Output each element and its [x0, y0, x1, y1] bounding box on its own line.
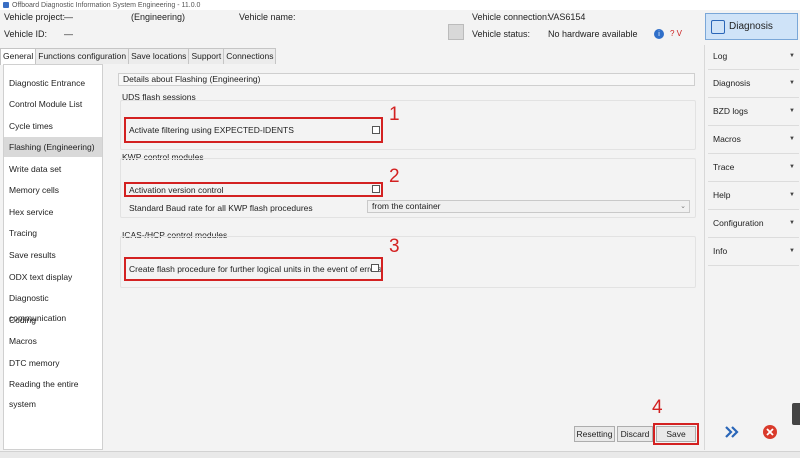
right-panel-item-trace[interactable]: Trace ▼: [713, 160, 799, 174]
vehicle-connection-label: Vehicle connection:: [472, 12, 550, 22]
connection-icon[interactable]: [448, 24, 464, 40]
highlight-box-3: [124, 257, 383, 281]
chevron-down-icon: ▼: [789, 80, 795, 86]
divider: [708, 153, 799, 154]
chevron-down-icon: ▼: [789, 220, 795, 226]
divider: [708, 265, 799, 266]
chevron-down-icon: ▼: [789, 108, 795, 114]
nav-item-memory-cells[interactable]: Memory cells: [4, 180, 102, 200]
divider: [708, 237, 799, 238]
settings-tabs: General Functions configuration Save loc…: [0, 48, 277, 65]
side-scroll-handle[interactable]: [792, 403, 800, 425]
chevron-down-icon: ▼: [789, 248, 795, 254]
nav-item-dtc-memory[interactable]: DTC memory: [4, 353, 102, 373]
right-panel-item-help[interactable]: Help ▼: [713, 188, 799, 202]
diagnosis-button[interactable]: Diagnosis: [705, 13, 798, 40]
forward-button[interactable]: [722, 422, 742, 442]
vehicle-project-value: —: [64, 12, 73, 22]
right-panel-item-label: Info: [713, 246, 728, 256]
kwp-baud-label: Standard Baud rate for all KWP flash pro…: [129, 203, 313, 213]
nav-item-control-module-list[interactable]: Control Module List: [4, 94, 102, 114]
nav-item-macros[interactable]: Macros: [4, 331, 102, 351]
vehicle-status-value: No hardware available: [548, 29, 638, 39]
window-title: Offboard Diagnostic Information System E…: [12, 1, 201, 9]
diagnosis-button-label: Diagnosis: [729, 21, 773, 32]
page-title: Details about Flashing (Engineering): [118, 73, 695, 86]
diagnosis-icon: [711, 19, 725, 34]
chevron-down-icon: ▼: [789, 136, 795, 142]
chevron-down-icon: ▼: [789, 192, 795, 198]
kwp-baud-select-value: from the container: [372, 201, 441, 211]
nav-item-save-results[interactable]: Save results: [4, 245, 102, 265]
divider: [708, 97, 799, 98]
chevron-down-icon: ⌄: [680, 203, 686, 210]
title-bar: Offboard Diagnostic Information System E…: [0, 0, 800, 10]
right-panel-item-configuration[interactable]: Configuration ▼: [713, 216, 799, 230]
right-panel-item-label: Configuration: [713, 218, 764, 228]
nav-item-diagnostic-communication[interactable]: Diagnostic communication: [4, 288, 102, 323]
tab-save-locations[interactable]: Save locations: [128, 48, 190, 64]
nav-item-coding[interactable]: Coding: [4, 310, 102, 330]
right-panel-item-diagnosis[interactable]: Diagnosis ▼: [713, 76, 799, 90]
nav-item-hex-service[interactable]: Hex service: [4, 202, 102, 222]
nav-item-write-data-set[interactable]: Write data set: [4, 159, 102, 179]
highlight-box-1: [124, 117, 383, 143]
double-chevron-right-icon: [725, 426, 739, 438]
vehicle-info-header: Vehicle project: — (Engineering) Vehicle…: [0, 10, 703, 44]
right-panel-item-label: Help: [713, 190, 731, 200]
divider: [708, 209, 799, 210]
vehicle-project-label: Vehicle project:: [4, 12, 66, 22]
vehicle-mode-value: (Engineering): [131, 12, 186, 22]
marker-4: 4: [652, 397, 663, 418]
vehicle-connection-value: VAS6154: [548, 12, 586, 22]
vehicle-id-value: —: [64, 29, 73, 39]
nav-item-cycle-times[interactable]: Cycle times: [4, 116, 102, 136]
vehicle-name-label: Vehicle name:: [239, 12, 296, 22]
tab-connections[interactable]: Connections: [223, 48, 277, 64]
tab-support[interactable]: Support: [188, 48, 225, 64]
help-icon[interactable]: i: [654, 29, 664, 39]
right-panel-item-log[interactable]: Log ▼: [713, 49, 799, 63]
close-button[interactable]: [760, 422, 780, 442]
close-icon: [763, 425, 777, 439]
right-panel-item-macros[interactable]: Macros ▼: [713, 132, 799, 146]
right-panel-item-info[interactable]: Info ▼: [713, 244, 799, 258]
resetting-button[interactable]: Resetting: [574, 426, 615, 442]
discard-button[interactable]: Discard: [617, 426, 653, 442]
right-panel-item-bzd-logs[interactable]: BZD logs ▼: [713, 104, 799, 118]
highlight-box-2: [124, 182, 383, 197]
nav-item-reading-entire-system[interactable]: Reading the entire system: [4, 374, 102, 409]
right-panel-item-label: Diagnosis: [713, 78, 751, 88]
marker-1: 1: [389, 104, 400, 125]
right-panel-item-label: Trace: [713, 162, 735, 172]
help-version-text[interactable]: ? V: [670, 29, 682, 38]
app-icon: [3, 2, 9, 8]
nav-item-tracing[interactable]: Tracing: [4, 223, 102, 243]
highlight-box-4: [653, 423, 699, 445]
nav-item-diagnostic-entrance[interactable]: Diagnostic Entrance: [4, 73, 102, 93]
right-panel-item-label: Log: [713, 51, 728, 61]
divider: [708, 69, 799, 70]
divider: [708, 125, 799, 126]
status-bar: [0, 451, 800, 458]
nav-item-odx-text-display[interactable]: ODX text display: [4, 267, 102, 287]
chevron-down-icon: ▼: [789, 53, 795, 59]
nav-item-flashing-engineering[interactable]: Flashing (Engineering): [4, 137, 102, 157]
tab-functions-configuration[interactable]: Functions configuration: [35, 48, 130, 64]
chevron-down-icon: ▼: [789, 164, 795, 170]
vehicle-id-label: Vehicle ID:: [4, 29, 48, 39]
right-panel-item-label: Macros: [713, 134, 741, 144]
settings-nav: Diagnostic Entrance Control Module List …: [3, 64, 103, 450]
vehicle-status-label: Vehicle status:: [472, 29, 531, 39]
marker-3: 3: [389, 236, 400, 257]
tab-general[interactable]: General: [0, 48, 37, 65]
marker-2: 2: [389, 166, 400, 187]
right-panel-item-label: BZD logs: [713, 106, 748, 116]
kwp-baud-select[interactable]: from the container ⌄: [367, 200, 690, 213]
divider: [708, 181, 799, 182]
right-panel: Log ▼ Diagnosis ▼ BZD logs ▼ Macros ▼ Trace ▼…: [704, 45, 800, 450]
